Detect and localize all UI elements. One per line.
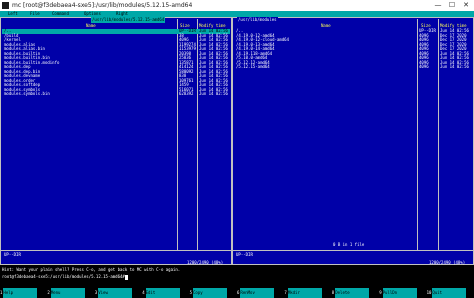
file-mtime: Jun 14 02:56 [440, 64, 469, 69]
fkey-label: Menu [50, 288, 85, 298]
fkey-label: Quit [432, 288, 467, 298]
file-name: modules.symbols.bin [4, 91, 50, 96]
fkey-edit[interactable]: 4Edit [142, 288, 180, 298]
fkey-copy[interactable]: 5Copy [190, 288, 228, 298]
left-panel-path[interactable]: /usr/lib/modules/5.12.15-amd64 [91, 17, 166, 23]
file-mtime: Jun 14 02:56 [199, 91, 228, 96]
right-disk-info: 1200/2490 (48%) [429, 260, 466, 265]
fkey-pulldn[interactable]: 9PullDn [379, 288, 417, 298]
fkey-label: RenMov [240, 288, 275, 298]
left-col-name[interactable]: Name [86, 23, 96, 28]
right-panel[interactable]: /usr/lib/modules Name Size Modify time /… [232, 17, 474, 265]
left-status: UP--DIR [4, 252, 21, 257]
fkey-quit[interactable]: 10Quit [427, 288, 467, 298]
fkey-label: Delete [335, 288, 370, 298]
file-row[interactable]: modules.symbols.bin 628392 Jun 14 02:56 [2, 91, 230, 97]
file-size: 4096 [419, 64, 429, 69]
command-line[interactable]: root@f3debaea4-sxe5:/usr/lib/modules/5.1… [0, 273, 474, 280]
right-status-divider [233, 250, 473, 251]
file-row[interactable]: /5.12.15-amd64 4096 Jun 14 02:56 [234, 64, 472, 70]
fkey-menu[interactable]: 2Menu [47, 288, 85, 298]
window-title: mc [root@f3debaea4-sxe5]:/usr/lib/module… [12, 2, 193, 9]
fkey-label: Mkdir [287, 288, 322, 298]
file-name: /5.12.15-amd64 [236, 64, 270, 69]
fkey-mkdir[interactable]: 7Mkdir [284, 288, 322, 298]
fkey-label: Edit [145, 288, 180, 298]
fkey-label: PullDn [382, 288, 417, 298]
fkey-view[interactable]: 3View [95, 288, 133, 298]
fkey-label: Copy [193, 288, 228, 298]
fkey-label: View [98, 288, 133, 298]
left-disk-info: 1200/2490 (48%) [187, 260, 224, 265]
file-size: 628392 [179, 91, 194, 96]
window-title-bar: mc [root@f3debaea4-sxe5]:/usr/lib/module… [0, 0, 474, 11]
right-status: UP--DIR [236, 252, 253, 257]
right-selection-info: 0 B in 1 file [333, 242, 365, 247]
left-file-list[interactable]: /.. UP--DIR Jun 14 02:56/build 38 Jun 14 02:… [2, 28, 230, 97]
fkey-renmov[interactable]: 6RenMov [237, 288, 275, 298]
function-key-bar: 1Help 2Menu 3View 4Edit 5Copy 6RenMov 7Mkdir 8D… [0, 288, 474, 298]
hint-line: Hint: Want your plain shell? Press C-o, … [0, 266, 474, 273]
fkey-label: Help [3, 288, 38, 298]
close-icon[interactable]: ✕ [460, 0, 472, 11]
text-cursor [124, 274, 128, 280]
shell-prompt: root@f3debaea4-sxe5:/usr/lib/modules/5.1… [2, 274, 125, 279]
terminal-app-icon [2, 2, 9, 9]
right-col-name[interactable]: Name [321, 23, 331, 28]
fkey-delete[interactable]: 8Delete [332, 288, 370, 298]
right-panel-path[interactable]: /usr/lib/modules [237, 17, 278, 23]
left-panel[interactable]: /usr/lib/modules/5.12.15-amd64 Name Size… [0, 17, 232, 265]
maximize-icon[interactable]: ☐ [446, 0, 458, 11]
left-status-divider [1, 250, 231, 251]
minimize-icon[interactable]: — [432, 0, 444, 11]
right-file-list[interactable]: /.. UP--DIR Jun 14 02:56/4.19.0-12-amd64 40… [234, 28, 472, 70]
fkey-help[interactable]: 1Help [0, 288, 38, 298]
